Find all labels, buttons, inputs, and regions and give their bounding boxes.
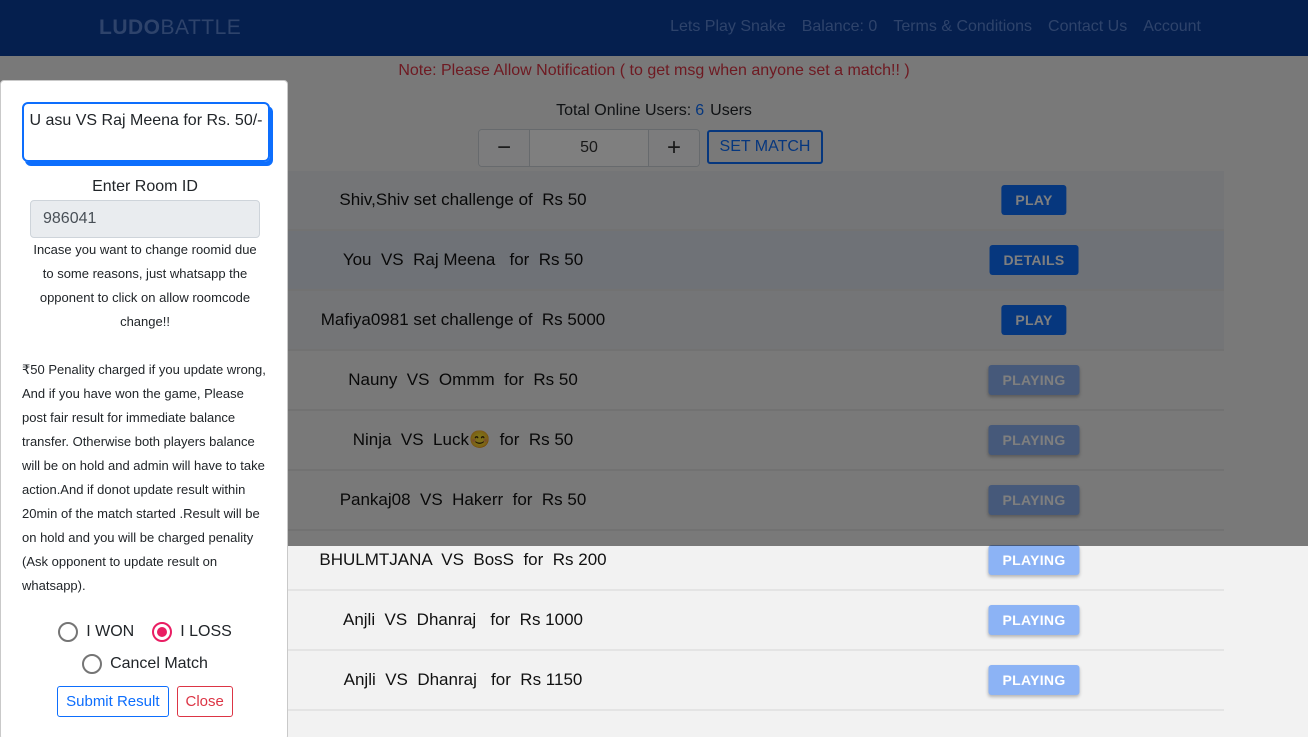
online-suffix: Users bbox=[710, 102, 752, 119]
set-match-button[interactable]: SET MATCH bbox=[707, 130, 823, 164]
nav-link-contact[interactable]: Contact Us bbox=[1048, 18, 1127, 36]
playing-button[interactable]: PLAYING bbox=[988, 425, 1080, 455]
match-row: You VS Raj Meena for Rs 50 DETAILS bbox=[200, 231, 1224, 291]
match-row: Pankaj08 VS Hakerr for Rs 50 PLAYING bbox=[200, 471, 1224, 531]
playing-button[interactable]: PLAYING bbox=[988, 545, 1080, 575]
radio-loss[interactable] bbox=[152, 622, 173, 642]
match-row: Anjli VS Dhanraj for Rs 1150 PLAYING bbox=[200, 651, 1224, 711]
room-change-note: Incase you want to change roomid due to … bbox=[33, 242, 257, 329]
match-row: Ninja VS Luck😊 for Rs 50 PLAYING bbox=[200, 411, 1224, 471]
radio-cancel[interactable] bbox=[82, 654, 103, 674]
nav-link-account[interactable]: Account bbox=[1143, 18, 1201, 36]
result-modal: U asu VS Raj Meena for Rs. 50/- Enter Ro… bbox=[0, 80, 288, 737]
match-row: Shiv,Shiv set challenge of Rs 50 PLAY bbox=[200, 171, 1224, 231]
match-row: BHULMTJANA VS BosS for Rs 200 PLAYING bbox=[200, 531, 1224, 591]
online-count: 6 bbox=[695, 102, 705, 119]
playing-button[interactable]: PLAYING bbox=[988, 605, 1080, 635]
submit-result-button[interactable]: Submit Result bbox=[57, 686, 169, 717]
match-list: Shiv,Shiv set challenge of Rs 50 PLAY Yo… bbox=[200, 171, 1224, 711]
play-button[interactable]: PLAY bbox=[1001, 305, 1067, 335]
play-button[interactable]: PLAY bbox=[1001, 185, 1067, 215]
online-label: Total Online Users: bbox=[556, 102, 692, 119]
increment-button[interactable]: + bbox=[649, 130, 699, 166]
brand-logo[interactable]: LUDOBATTLE bbox=[99, 16, 241, 40]
nav-link-terms[interactable]: Terms & Conditions bbox=[893, 18, 1032, 36]
nav-link-balance[interactable]: Balance: 0 bbox=[802, 18, 878, 36]
option-i-loss[interactable]: I LOSS bbox=[152, 622, 232, 642]
option-won-label: I WON bbox=[86, 623, 135, 640]
amount-stepper: − 50 + bbox=[478, 129, 700, 167]
penalty-note: ₹50 Penality charged if you update wrong… bbox=[22, 362, 266, 593]
playing-button[interactable]: PLAYING bbox=[988, 665, 1080, 695]
navbar: LUDOBATTLE Lets Play Snake Balance: 0 Te… bbox=[0, 0, 1308, 56]
amount-input[interactable]: 50 bbox=[529, 130, 649, 166]
decrement-button[interactable]: − bbox=[479, 130, 529, 166]
radio-won[interactable] bbox=[58, 622, 79, 642]
room-id-label: Enter Room ID bbox=[92, 178, 198, 195]
nav-links: Lets Play Snake Balance: 0 Terms & Condi… bbox=[670, 18, 1201, 36]
brand-bold: LUDO bbox=[99, 16, 161, 39]
brand-light: BATTLE bbox=[160, 16, 242, 39]
option-cancel-match[interactable]: Cancel Match bbox=[82, 654, 208, 674]
notification-notice: Note: Please Allow Notification ( to get… bbox=[398, 62, 910, 79]
option-i-won[interactable]: I WON bbox=[58, 622, 134, 642]
option-loss-label: I LOSS bbox=[180, 623, 232, 640]
option-cancel-label: Cancel Match bbox=[110, 655, 208, 672]
nav-link-snake[interactable]: Lets Play Snake bbox=[670, 18, 786, 36]
match-row: Mafiya0981 set challenge of Rs 5000 PLAY bbox=[200, 291, 1224, 351]
modal-actions: Submit Result Close bbox=[1, 686, 289, 717]
details-button[interactable]: DETAILS bbox=[989, 245, 1079, 275]
result-options: I WON I LOSS bbox=[1, 622, 289, 642]
modal-title: U asu VS Raj Meena for Rs. 50/- bbox=[22, 102, 270, 162]
playing-button[interactable]: PLAYING bbox=[988, 485, 1080, 515]
playing-button[interactable]: PLAYING bbox=[988, 365, 1080, 395]
match-row: Anjli VS Dhanraj for Rs 1000 PLAYING bbox=[200, 591, 1224, 651]
cancel-option-row: Cancel Match bbox=[1, 654, 289, 674]
room-id-input[interactable]: 986041 bbox=[30, 200, 260, 238]
match-row: Nauny VS Ommm for Rs 50 PLAYING bbox=[200, 351, 1224, 411]
close-button[interactable]: Close bbox=[176, 686, 233, 717]
